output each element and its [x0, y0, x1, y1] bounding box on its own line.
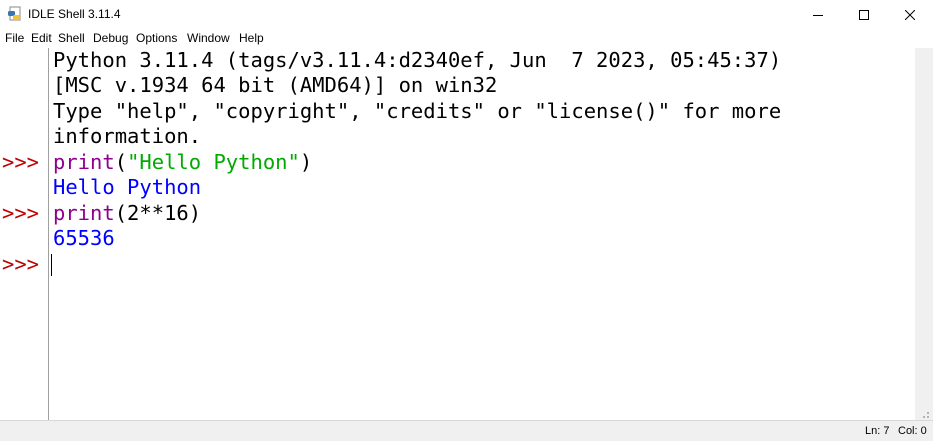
prompt-gutter: >>> >>> >>>	[0, 48, 48, 420]
title-bar[interactable]: IDLE Shell 3.11.4	[0, 0, 933, 29]
menu-debug[interactable]: Debug	[93, 31, 128, 45]
builtin-keyword: print	[53, 201, 115, 225]
input-line: print("Hello Python")	[53, 150, 312, 175]
output-line: 65536	[53, 226, 115, 250]
shell-prompt: >>>	[2, 201, 40, 225]
minimize-icon	[813, 10, 823, 20]
banner-line: Type "help", "copyright", "credits" or "…	[53, 99, 782, 123]
banner-line: [MSC v.1934 64 bit (AMD64)] on win32	[53, 73, 498, 97]
menu-bar: File Edit Shell Debug Options Window Hel…	[0, 29, 933, 48]
menu-options[interactable]: Options	[136, 31, 177, 45]
menu-edit[interactable]: Edit	[31, 31, 52, 45]
resize-grip-icon[interactable]	[918, 406, 930, 418]
vertical-scrollbar[interactable]	[915, 48, 933, 420]
string-literal: "Hello Python"	[127, 150, 300, 174]
banner-line: information.	[53, 124, 202, 148]
close-icon	[905, 9, 915, 20]
output-line: Hello Python	[53, 175, 202, 199]
shell-prompt: >>>	[2, 252, 40, 276]
status-line-number: Ln: 7	[865, 425, 890, 437]
menu-help[interactable]: Help	[239, 31, 264, 45]
python-idle-icon	[7, 6, 23, 22]
menu-file[interactable]: File	[5, 31, 24, 45]
paren: (	[114, 150, 128, 174]
maximize-icon	[859, 9, 869, 20]
call-args: (2**16)	[114, 201, 202, 225]
shell-prompt: >>>	[2, 150, 40, 174]
text-cursor	[51, 254, 52, 276]
menu-window[interactable]: Window	[187, 31, 230, 45]
shell-text-area[interactable]: Python 3.11.4 (tags/v3.11.4:d2340ef, Jun…	[49, 48, 915, 420]
shell-area: >>> >>> >>> Python 3.11.4 (tags/v3.11.4:…	[0, 48, 933, 420]
status-column-number: Col: 0	[898, 425, 927, 437]
minimize-button[interactable]	[795, 0, 841, 29]
close-button[interactable]	[887, 0, 933, 29]
menu-shell[interactable]: Shell	[58, 31, 85, 45]
paren: )	[299, 150, 313, 174]
maximize-button[interactable]	[841, 0, 887, 29]
status-bar: Ln: 7 Col: 0	[0, 420, 933, 441]
banner-line: Python 3.11.4 (tags/v3.11.4:d2340ef, Jun…	[53, 48, 782, 72]
builtin-keyword: print	[53, 150, 115, 174]
input-line: print(2**16)	[53, 201, 201, 226]
window-title: IDLE Shell 3.11.4	[28, 7, 121, 21]
